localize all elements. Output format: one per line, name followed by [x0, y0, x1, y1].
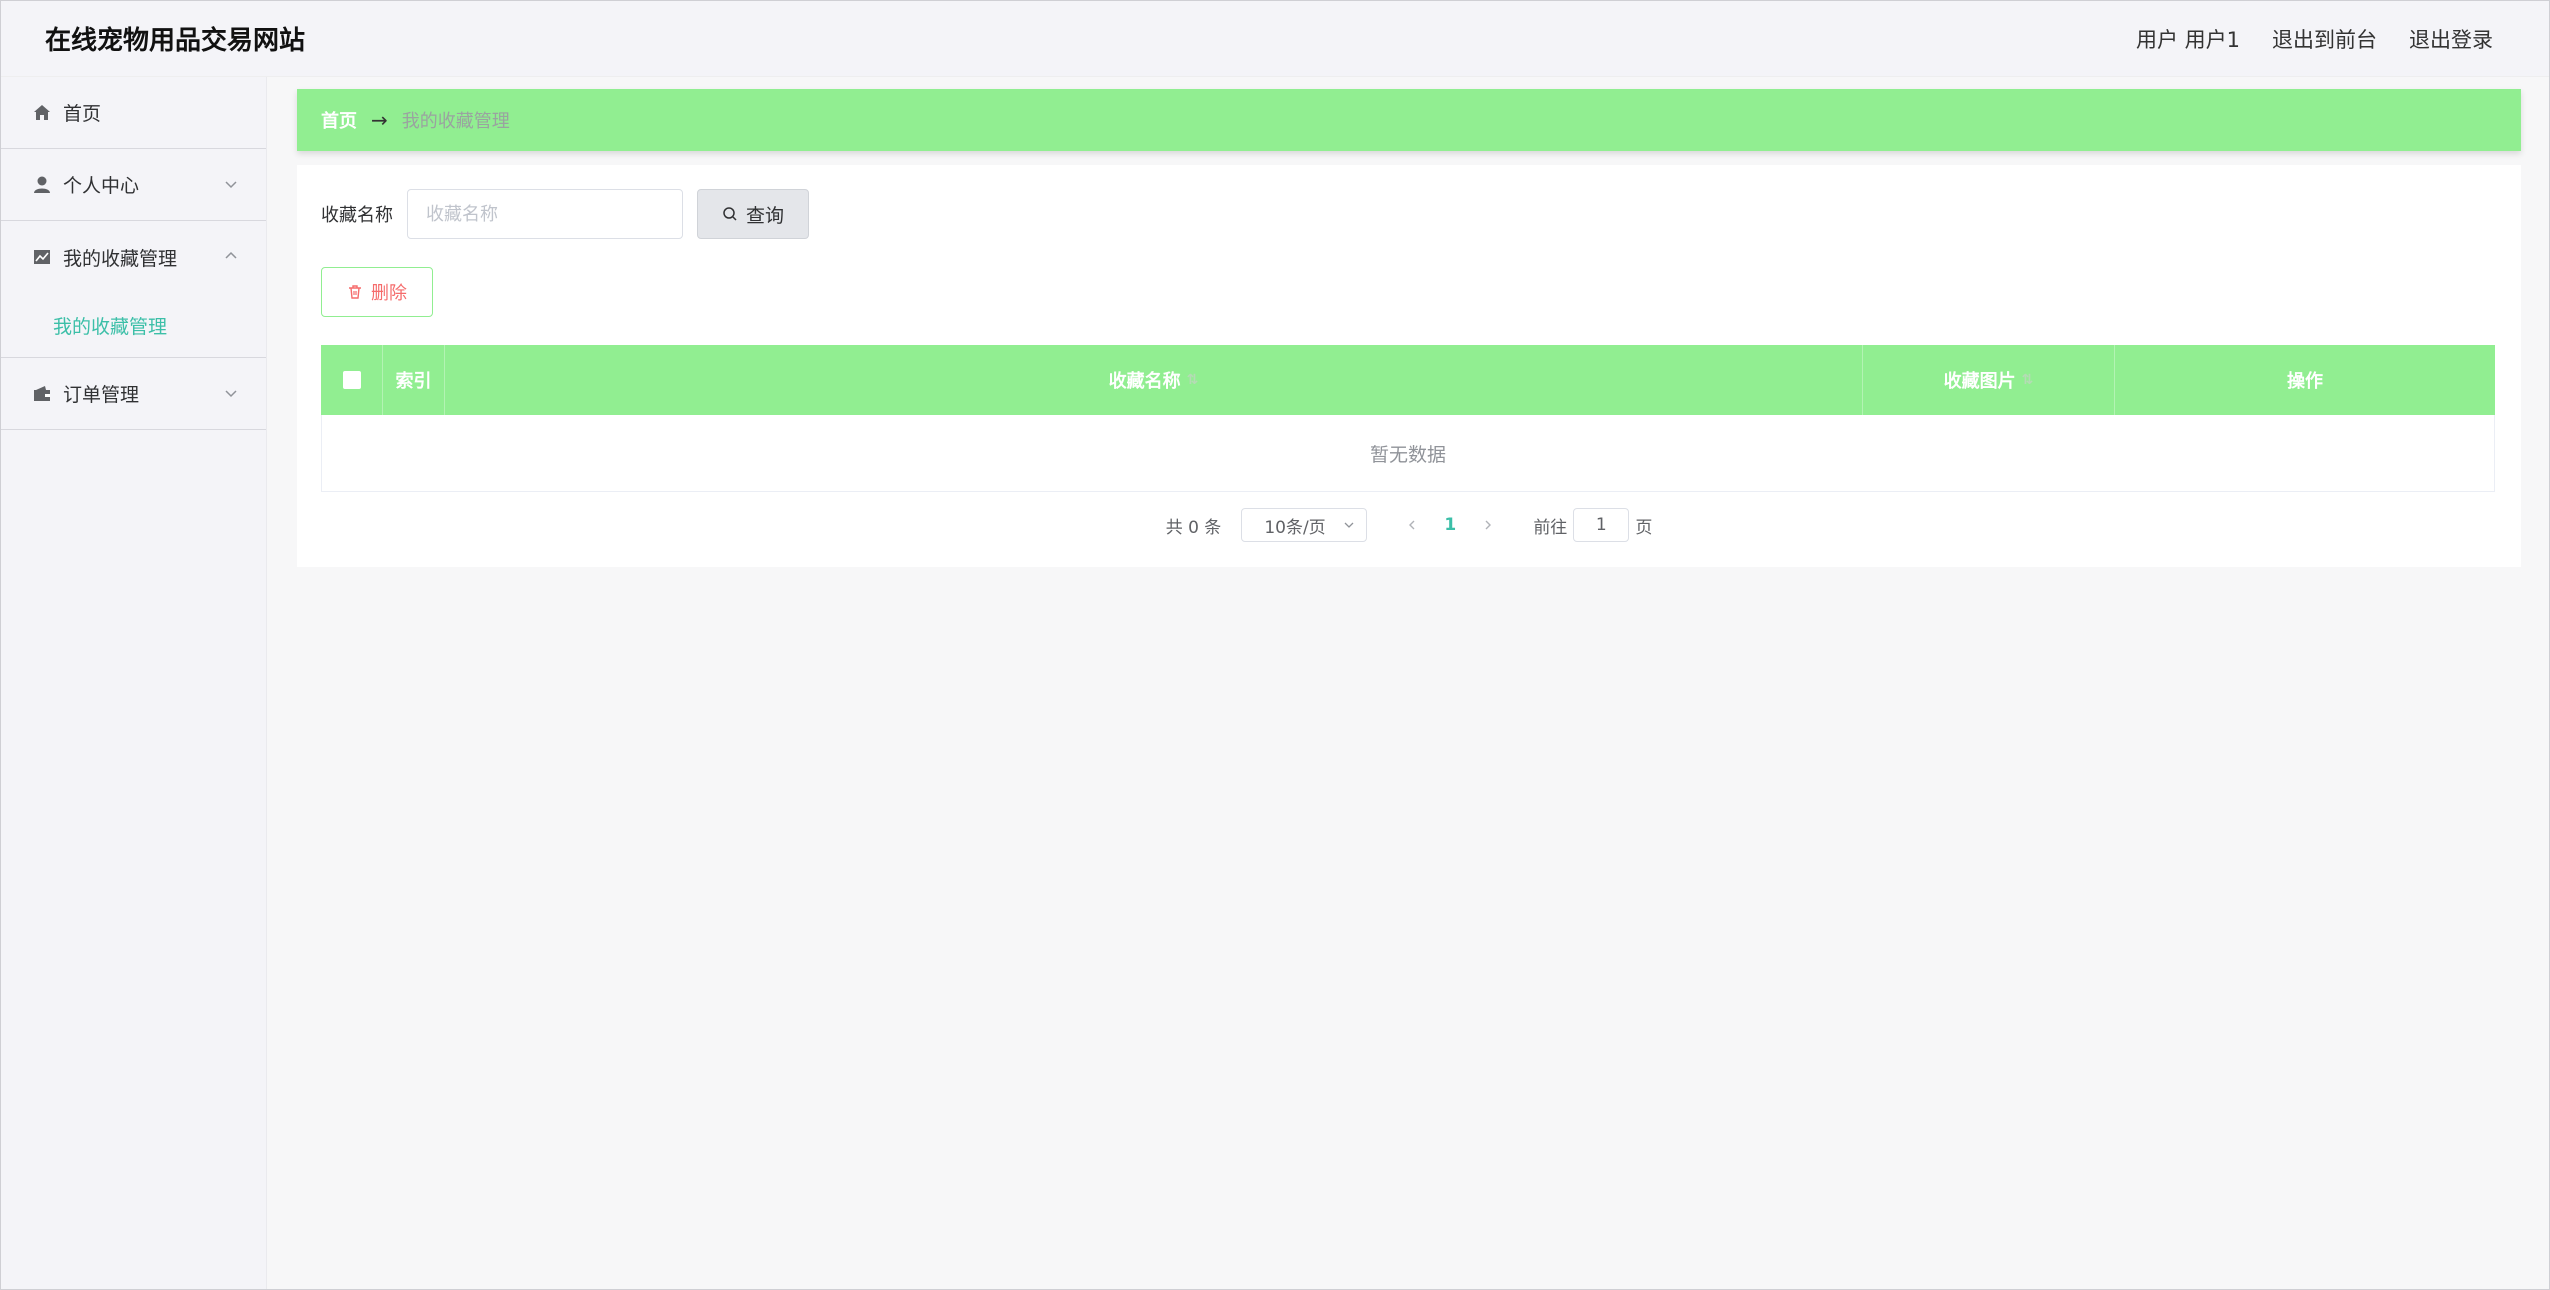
- chevron-up-icon: [225, 251, 237, 259]
- next-page-button[interactable]: [1473, 510, 1503, 540]
- sidebar-item-label: 订单管理: [63, 384, 140, 406]
- content-panel: 收藏名称 查询 删除 索引 收藏名称 ⇅ 收藏图片: [297, 165, 2521, 567]
- chevron-left-icon: [1409, 520, 1415, 530]
- site-title: 在线宠物用品交易网站: [45, 26, 306, 56]
- search-row: 收藏名称 查询: [321, 189, 809, 239]
- chevron-down-icon: [225, 181, 237, 189]
- sidebar-subitem-favorites-management[interactable]: 我的收藏管理: [1, 293, 266, 357]
- goto-page: 前往 页: [1533, 508, 1652, 542]
- select-all-column: [321, 345, 383, 415]
- chevron-right-icon: [1485, 520, 1492, 530]
- sidebar-item-personal-center[interactable]: 个人中心: [1, 149, 266, 221]
- column-header-actions: 操作: [2287, 371, 2323, 392]
- submenu-favorites: 我的收藏管理: [1, 293, 266, 358]
- home-icon: [31, 102, 53, 124]
- goto-page-input[interactable]: [1573, 508, 1630, 542]
- sidebar-item-home[interactable]: 首页: [1, 77, 266, 149]
- chevron-down-icon: [225, 390, 237, 398]
- chart-icon: [31, 246, 53, 268]
- sort-icon: ⇅: [2021, 372, 2034, 388]
- column-header-label: 收藏名称: [1108, 371, 1181, 392]
- delete-button[interactable]: 删除: [321, 267, 433, 317]
- favorite-name-input[interactable]: [407, 189, 683, 239]
- page-size-value: 10条/页: [1264, 517, 1326, 538]
- breadcrumb-separator: →: [371, 108, 388, 132]
- header-actions: 用户 用户1 退出到前台 退出登录: [2136, 24, 2493, 54]
- wallet-icon: [31, 383, 53, 405]
- table-empty-state: 暂无数据: [321, 415, 2495, 491]
- search-button[interactable]: 查询: [697, 189, 809, 239]
- pagination-total: 共 0 条: [1165, 517, 1222, 538]
- sidebar: 首页 个人中心 我的收藏管理 我的收藏管理 订单管理: [1, 77, 267, 1289]
- current-user-label: 用户 用户1: [2135, 27, 2240, 52]
- column-header-index: 索引: [383, 345, 445, 415]
- page-number-current[interactable]: 1: [1427, 515, 1473, 535]
- pagination: 共 0 条 10条/页 1 前往 页: [297, 505, 2521, 545]
- exit-to-front-link[interactable]: 退出到前台: [2272, 24, 2377, 54]
- sidebar-item-orders[interactable]: 订单管理: [1, 358, 266, 430]
- goto-prefix: 前往: [1533, 517, 1568, 538]
- breadcrumb: 首页 → 我的收藏管理: [297, 89, 2521, 151]
- goto-suffix: 页: [1635, 517, 1653, 538]
- user-icon: [31, 174, 53, 196]
- top-header: 在线宠物用品交易网站 用户 用户1 退出到前台 退出登录: [1, 1, 2549, 77]
- sidebar-item-label: 首页: [63, 103, 102, 125]
- sidebar-item-label: 我的收藏管理: [63, 247, 178, 270]
- search-label: 收藏名称: [321, 205, 393, 226]
- search-button-label: 查询: [745, 204, 784, 227]
- column-header-label: 收藏图片: [1943, 371, 2016, 392]
- column-header-favorite-name[interactable]: 收藏名称 ⇅: [445, 345, 1863, 415]
- chevron-down-icon: [1344, 522, 1354, 528]
- logout-link[interactable]: 退出登录: [2409, 24, 2493, 54]
- prev-page-button[interactable]: [1397, 510, 1427, 540]
- sidebar-item-label: 个人中心: [63, 175, 140, 197]
- delete-button-label: 删除: [371, 283, 407, 304]
- select-all-checkbox[interactable]: [342, 371, 361, 389]
- favorites-table: 索引 收藏名称 ⇅ 收藏图片 ⇅ 操作 暂无数据: [321, 345, 2495, 492]
- sidebar-item-favorites[interactable]: 我的收藏管理: [1, 221, 266, 293]
- search-icon: [723, 207, 737, 221]
- page-size-select[interactable]: 10条/页: [1241, 508, 1368, 542]
- table-header: 索引 收藏名称 ⇅ 收藏图片 ⇅ 操作: [321, 345, 2495, 415]
- trash-icon: [349, 285, 361, 299]
- app-window: 在线宠物用品交易网站 用户 用户1 退出到前台 退出登录 首页 个人中心 我的收…: [0, 0, 2550, 1290]
- column-header-favorite-image[interactable]: 收藏图片 ⇅: [1863, 345, 2115, 415]
- sort-icon: ⇅: [1186, 372, 1199, 388]
- breadcrumb-home-link[interactable]: 首页: [321, 107, 357, 133]
- breadcrumb-current: 我的收藏管理: [401, 111, 510, 132]
